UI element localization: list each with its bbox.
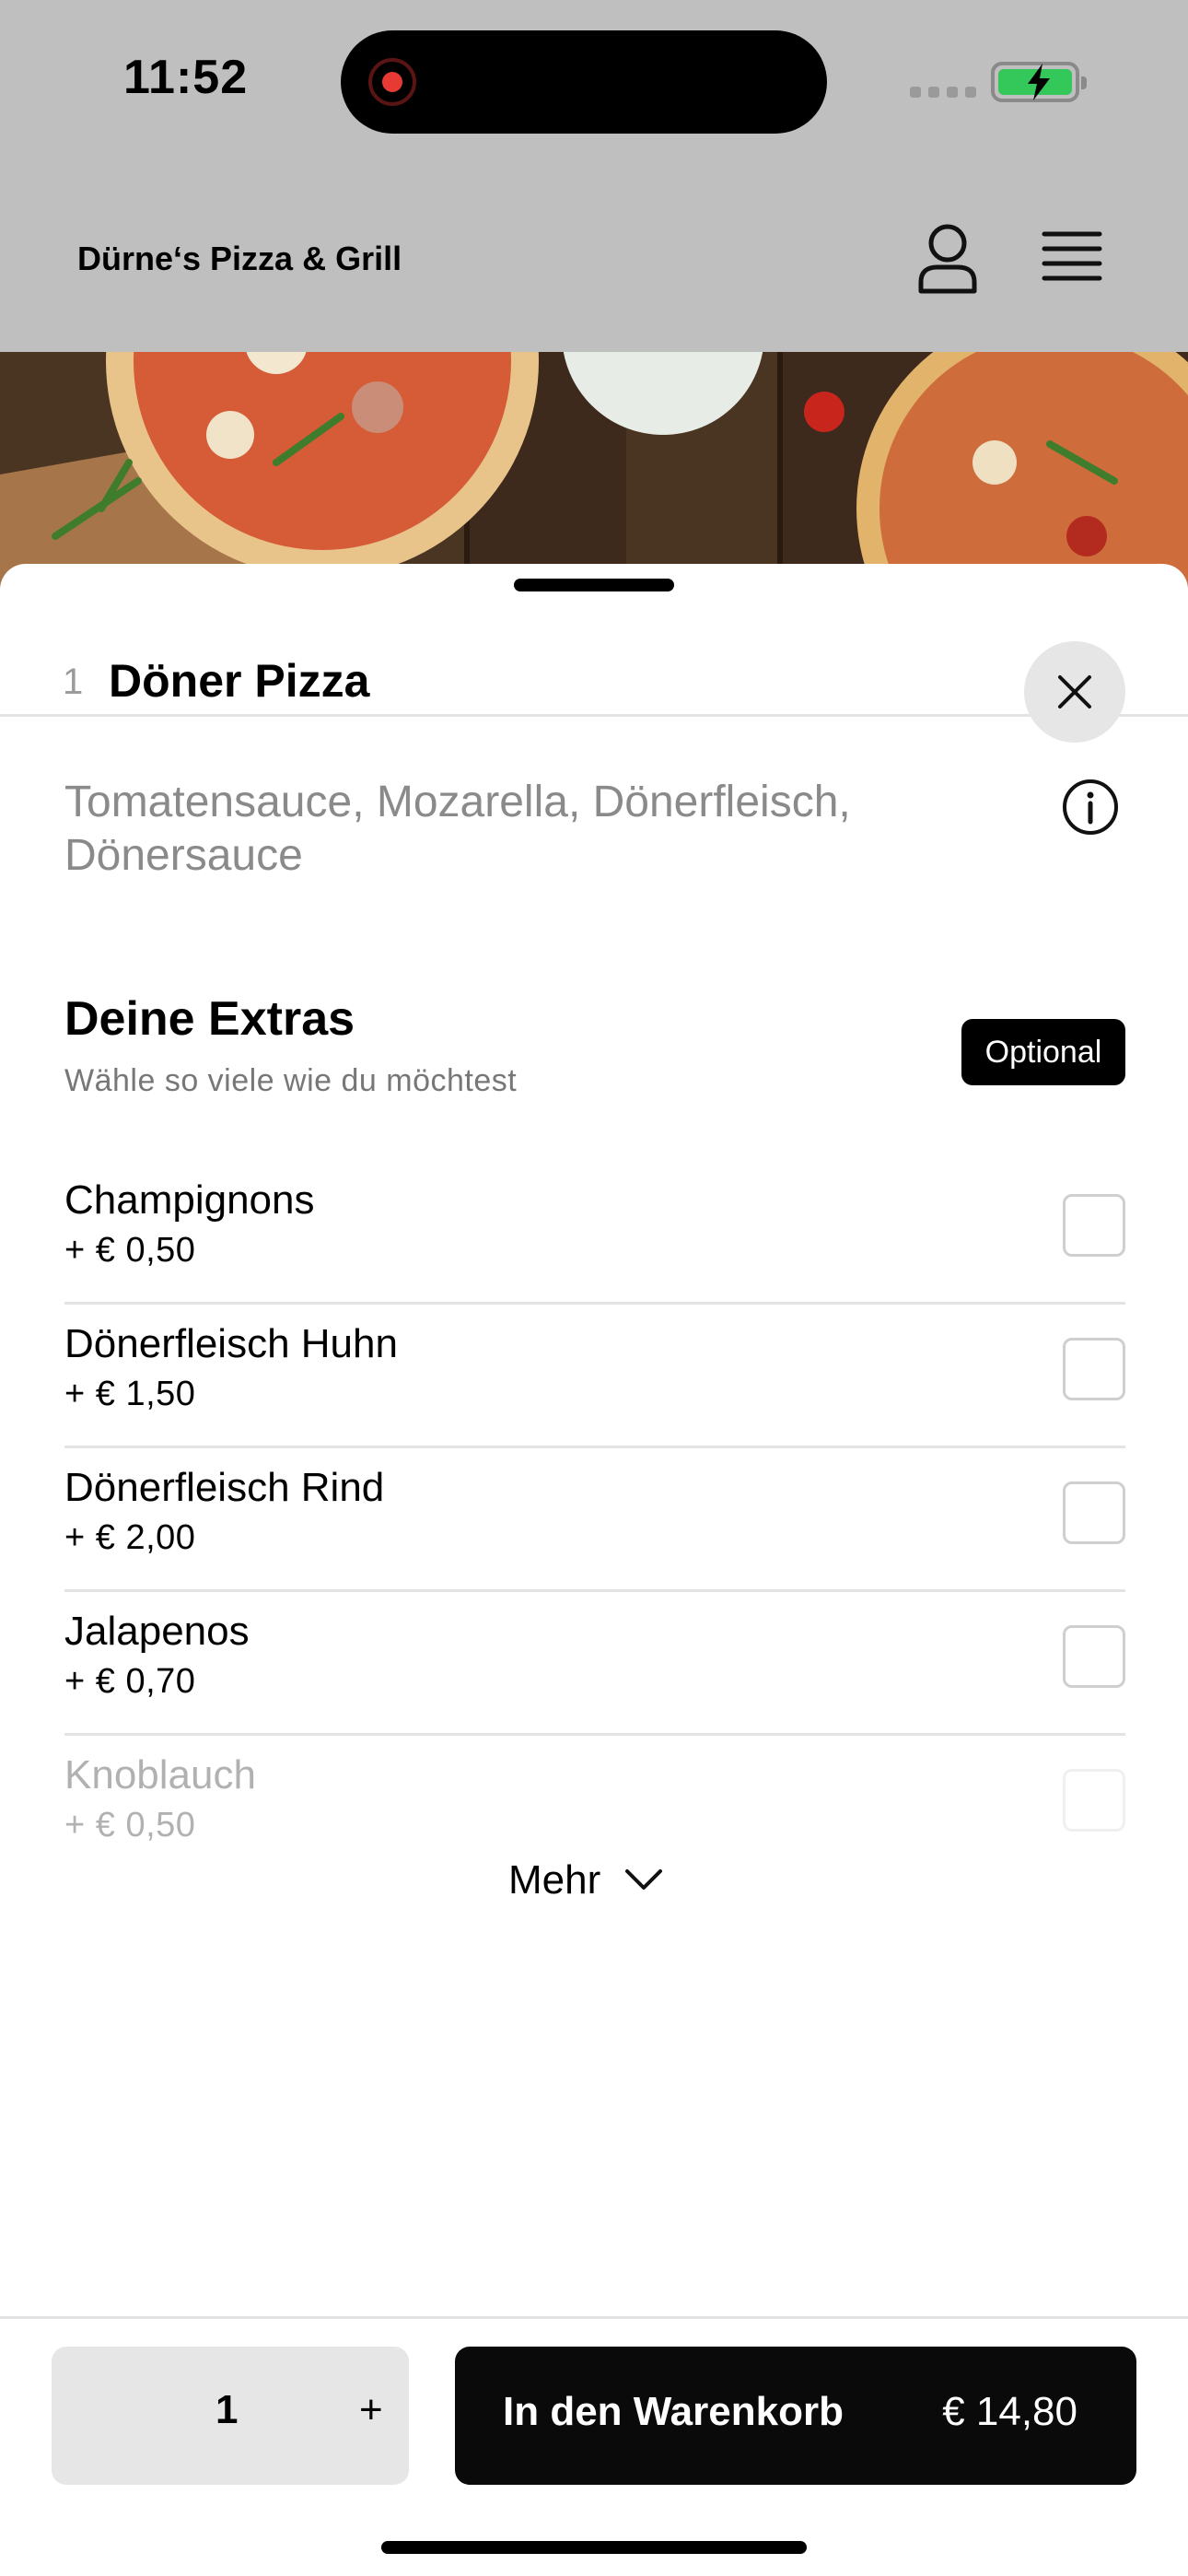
more-label: Mehr (508, 1857, 601, 1903)
extra-checkbox[interactable] (1063, 1338, 1125, 1400)
extra-price: + € 0,50 (64, 1806, 196, 1844)
add-to-cart-button[interactable]: In den Warenkorb € 14,80 (455, 2347, 1136, 2485)
sheet-grabber[interactable] (514, 579, 674, 591)
extra-price: + € 2,00 (64, 1518, 196, 1557)
dynamic-island (341, 30, 827, 134)
item-quantity: 1 (63, 662, 84, 702)
hamburger-menu-icon[interactable] (1039, 228, 1105, 286)
bottom-action-bar: 1 + In den Warenkorb € 14,80 (0, 2316, 1188, 2576)
more-button[interactable]: Mehr (508, 1848, 663, 1913)
extra-name: Knoblauch (64, 1752, 256, 1797)
status-time: 11:52 (123, 51, 249, 104)
profile-icon[interactable] (915, 221, 980, 295)
hero-image (0, 352, 1188, 591)
add-to-cart-label: In den Warenkorb (503, 2389, 844, 2434)
sheet-header: 1 Döner Pizza (0, 606, 1188, 743)
signal-icon (910, 87, 976, 98)
extra-name: Champignons (64, 1177, 315, 1223)
extra-option[interactable]: Dönerfleisch Huhn + € 1,50 (64, 1305, 1125, 1448)
extra-option[interactable]: Champignons + € 0,50 (64, 1161, 1125, 1305)
optional-badge: Optional (961, 1019, 1125, 1085)
home-indicator[interactable] (381, 2541, 807, 2554)
item-title: Döner Pizza (109, 655, 370, 707)
restaurant-name: Dürne‘s Pizza & Grill (77, 240, 402, 277)
extra-checkbox[interactable] (1063, 1194, 1125, 1257)
extra-checkbox[interactable] (1063, 1481, 1125, 1544)
background-header: 11:52 Dürne‘s Pizza & Grill (0, 0, 1188, 352)
increase-quantity-button[interactable]: + (359, 2387, 383, 2433)
extras-subtitle: Wähle so viele wie du möchtest (64, 1063, 518, 1098)
quantity-stepper[interactable]: 1 + (52, 2347, 409, 2485)
extra-price: + € 0,50 (64, 1231, 196, 1270)
extras-title: Deine Extras (64, 992, 355, 1046)
extra-price: + € 1,50 (64, 1375, 196, 1413)
record-icon (368, 58, 416, 106)
extras-list: Champignons + € 0,50 Dönerfleisch Huhn +… (64, 1161, 1125, 1879)
extra-option[interactable]: Dönerfleisch Rind + € 2,00 (64, 1448, 1125, 1592)
extra-price: + € 0,70 (64, 1662, 196, 1701)
extra-name: Jalapenos (64, 1609, 250, 1654)
quantity-value: 1 (215, 2387, 239, 2432)
extra-name: Dönerfleisch Huhn (64, 1321, 398, 1366)
extra-checkbox[interactable] (1063, 1769, 1125, 1832)
close-icon (1058, 675, 1091, 708)
item-description: Tomatensauce, Mozarella, Dönerfleisch, D… (64, 778, 851, 880)
extra-checkbox[interactable] (1063, 1625, 1125, 1688)
chevron-down-icon (625, 1869, 663, 1890)
cart-total: € 14,80 (942, 2389, 1077, 2434)
app-root: 11:52 Dürne‘s Pizza & Grill 1 Döner Pizz… (0, 0, 1188, 2576)
extra-option[interactable]: Jalapenos + € 0,70 (64, 1592, 1125, 1736)
item-detail-sheet: 1 Döner Pizza Tomatensauce, Mozarella, D… (0, 564, 1188, 2576)
extra-name: Dönerfleisch Rind (64, 1465, 385, 1510)
info-icon[interactable] (1061, 778, 1120, 837)
battery-icon (991, 62, 1087, 102)
close-button[interactable] (1024, 641, 1125, 743)
